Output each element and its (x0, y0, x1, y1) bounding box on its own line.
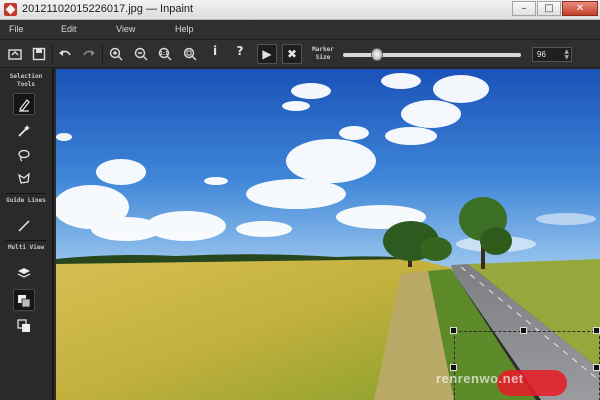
layers-tool[interactable] (13, 262, 35, 284)
marker-size-stepper[interactable]: ▲ ▼ (564, 49, 569, 61)
layers-icon (17, 268, 31, 278)
marker-size-value: 96 (537, 50, 546, 59)
polygonal-lasso-tool[interactable] (13, 168, 35, 190)
guide-lines-label: Guide Lines (6, 197, 46, 204)
svg-text:1:1: 1:1 (160, 51, 169, 57)
polygonal-lasso-icon (18, 172, 30, 184)
guide-line-icon (18, 220, 30, 232)
redo-icon (83, 50, 95, 56)
menu-file[interactable]: File (9, 24, 24, 34)
minimize-button[interactable]: – (512, 1, 536, 16)
save-icon (32, 47, 46, 61)
zoom-fit-button[interactable] (180, 44, 200, 64)
close-button[interactable]: ✕ (562, 1, 598, 16)
menu-edit[interactable]: Edit (61, 24, 77, 34)
help-button[interactable]: ? (230, 44, 250, 64)
zoom-actual-button[interactable]: 1:1 (155, 44, 175, 64)
zoom-in-icon (109, 47, 123, 61)
redo-button[interactable] (79, 44, 99, 64)
open-icon (8, 49, 22, 60)
multiview-split-icon (18, 295, 31, 308)
toolbar: 1:1 i ? ▶ ✖ Marker Size 96 ▲ ▼ (0, 40, 600, 68)
menu-help[interactable]: Help (175, 24, 194, 34)
selection-handle-e[interactable] (593, 364, 600, 371)
zoom-in-button[interactable] (106, 44, 126, 64)
watermark: renrenwo.net (436, 371, 524, 386)
run-button[interactable]: ▶ (257, 44, 277, 64)
marker-size-slider[interactable] (343, 53, 521, 57)
zoom-actual-icon: 1:1 (158, 47, 172, 61)
app-icon (4, 3, 17, 16)
guide-line-tool[interactable] (13, 215, 35, 237)
marker-size-input[interactable]: 96 ▲ ▼ (532, 47, 572, 62)
maximize-button[interactable]: □ (537, 1, 561, 16)
save-button[interactable] (29, 44, 49, 64)
marker-icon (19, 99, 30, 112)
cancel-button[interactable]: ✖ (282, 44, 302, 64)
zoom-out-icon (134, 47, 148, 61)
magic-wand-icon (18, 125, 30, 137)
magic-wand-tool[interactable] (13, 120, 35, 142)
undo-icon (59, 50, 71, 56)
open-button[interactable] (5, 44, 25, 64)
multiview-split-tool[interactable] (13, 289, 35, 311)
window-title: 20121102015226017.jpg — Inpaint (22, 3, 194, 15)
tools-panel: Selection Tools Guide Lines Multi View (0, 69, 54, 400)
info-button[interactable]: i (205, 44, 225, 64)
lasso-tool[interactable] (13, 144, 35, 166)
image-canvas[interactable]: renrenwo.net (56, 69, 600, 400)
multiview-single-tool[interactable] (13, 315, 35, 337)
selection-handle-ne[interactable] (593, 327, 600, 334)
selection-handle-nw[interactable] (450, 327, 457, 334)
undo-button[interactable] (55, 44, 75, 64)
zoom-fit-icon (183, 47, 197, 61)
marker-size-label: Marker Size (312, 46, 334, 61)
menu-view[interactable]: View (116, 24, 135, 34)
title-bar: 20121102015226017.jpg — Inpaint – □ ✕ (0, 0, 600, 20)
selection-handle-n[interactable] (520, 327, 527, 334)
selection-handle-w[interactable] (450, 364, 457, 371)
marker-size-slider-thumb[interactable] (370, 48, 383, 61)
multi-view-label: Multi View (7, 244, 45, 251)
selection-tools-label: Selection Tools (9, 73, 43, 88)
zoom-out-button[interactable] (131, 44, 151, 64)
marker-tool[interactable] (13, 93, 35, 115)
window-controls: – □ ✕ (512, 1, 598, 16)
lasso-icon (18, 149, 30, 162)
multiview-single-icon (17, 319, 30, 332)
menu-bar: File Edit View Help (0, 20, 600, 40)
